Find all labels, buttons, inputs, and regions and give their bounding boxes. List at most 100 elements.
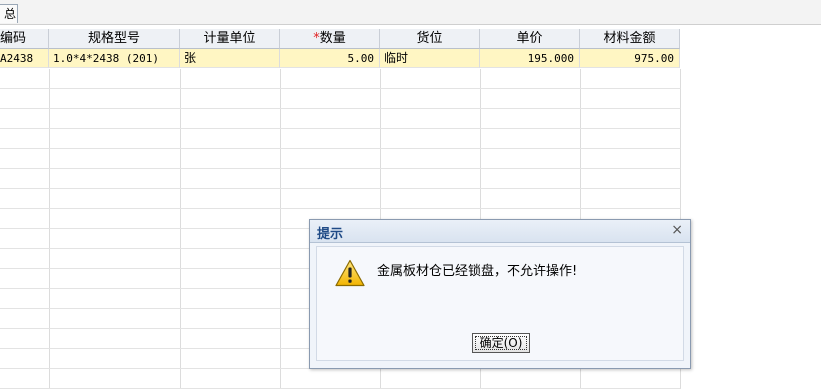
empty-cell[interactable] — [49, 209, 181, 229]
col-header-qty[interactable]: *数量 — [280, 29, 380, 49]
empty-cell[interactable] — [580, 89, 681, 109]
empty-cell[interactable] — [0, 309, 50, 329]
empty-cell[interactable] — [49, 289, 181, 309]
cell-price[interactable]: 195.000 — [480, 49, 580, 68]
empty-cell[interactable] — [280, 369, 381, 389]
empty-cell[interactable] — [580, 129, 681, 149]
empty-cell[interactable] — [280, 129, 381, 149]
empty-cell[interactable] — [180, 289, 281, 309]
empty-cell[interactable] — [0, 289, 50, 309]
empty-cell[interactable] — [49, 129, 181, 149]
empty-cell[interactable] — [49, 89, 181, 109]
empty-cell[interactable] — [49, 269, 181, 289]
empty-cell[interactable] — [380, 369, 481, 389]
col-header-spec[interactable]: 规格型号 — [49, 29, 180, 49]
empty-cell[interactable] — [180, 189, 281, 209]
empty-cell[interactable] — [280, 169, 381, 189]
empty-cell[interactable] — [180, 169, 281, 189]
empty-cell[interactable] — [0, 69, 50, 89]
empty-cell[interactable] — [180, 229, 281, 249]
ok-button[interactable]: 确定(O) — [472, 333, 530, 353]
empty-row[interactable] — [0, 109, 681, 129]
empty-cell[interactable] — [49, 249, 181, 269]
empty-cell[interactable] — [180, 329, 281, 349]
empty-cell[interactable] — [380, 89, 481, 109]
empty-cell[interactable] — [480, 129, 581, 149]
empty-cell[interactable] — [280, 149, 381, 169]
empty-cell[interactable] — [180, 209, 281, 229]
empty-cell[interactable] — [0, 349, 50, 369]
empty-cell[interactable] — [480, 169, 581, 189]
cell-spec[interactable]: 1.0*4*2438 (201) — [49, 49, 180, 68]
empty-cell[interactable] — [580, 369, 681, 389]
empty-cell[interactable] — [49, 149, 181, 169]
empty-cell[interactable] — [480, 369, 581, 389]
empty-cell[interactable] — [180, 149, 281, 169]
empty-row[interactable] — [0, 149, 681, 169]
empty-cell[interactable] — [180, 269, 281, 289]
empty-cell[interactable] — [0, 329, 50, 349]
empty-cell[interactable] — [480, 89, 581, 109]
empty-cell[interactable] — [180, 349, 281, 369]
cell-qty[interactable]: 5.00 — [280, 49, 380, 68]
empty-cell[interactable] — [380, 129, 481, 149]
empty-cell[interactable] — [0, 269, 50, 289]
empty-cell[interactable] — [580, 109, 681, 129]
close-icon[interactable]: × — [671, 222, 683, 238]
empty-row[interactable] — [0, 169, 681, 189]
empty-row[interactable] — [0, 369, 681, 389]
empty-cell[interactable] — [49, 189, 181, 209]
cell-code[interactable]: A2438 — [0, 49, 49, 68]
empty-cell[interactable] — [180, 249, 281, 269]
empty-cell[interactable] — [0, 169, 50, 189]
col-header-price[interactable]: 单价 — [480, 29, 580, 49]
empty-cell[interactable] — [49, 169, 181, 189]
empty-cell[interactable] — [480, 189, 581, 209]
empty-cell[interactable] — [580, 69, 681, 89]
empty-cell[interactable] — [49, 349, 181, 369]
empty-cell[interactable] — [180, 309, 281, 329]
empty-row[interactable] — [0, 129, 681, 149]
empty-cell[interactable] — [49, 369, 181, 389]
cell-unit[interactable]: 张 — [180, 49, 280, 68]
empty-cell[interactable] — [380, 149, 481, 169]
empty-cell[interactable] — [280, 89, 381, 109]
empty-cell[interactable] — [380, 169, 481, 189]
empty-cell[interactable] — [380, 109, 481, 129]
empty-cell[interactable] — [0, 209, 50, 229]
empty-cell[interactable] — [180, 89, 281, 109]
empty-cell[interactable] — [0, 249, 50, 269]
empty-cell[interactable] — [49, 109, 181, 129]
empty-cell[interactable] — [280, 109, 381, 129]
empty-cell[interactable] — [280, 69, 381, 89]
empty-cell[interactable] — [180, 369, 281, 389]
col-header-unit[interactable]: 计量单位 — [180, 29, 280, 49]
empty-cell[interactable] — [480, 69, 581, 89]
empty-cell[interactable] — [380, 69, 481, 89]
empty-cell[interactable] — [49, 229, 181, 249]
col-header-amount[interactable]: 材料金额 — [580, 29, 680, 49]
empty-cell[interactable] — [0, 149, 50, 169]
tab-summary[interactable]: 总 — [0, 4, 18, 23]
empty-cell[interactable] — [0, 129, 50, 149]
empty-cell[interactable] — [580, 169, 681, 189]
empty-cell[interactable] — [580, 189, 681, 209]
empty-cell[interactable] — [0, 109, 50, 129]
empty-cell[interactable] — [0, 369, 50, 389]
empty-cell[interactable] — [49, 329, 181, 349]
empty-cell[interactable] — [180, 129, 281, 149]
empty-cell[interactable] — [180, 69, 281, 89]
empty-cell[interactable] — [49, 309, 181, 329]
table-row[interactable]: A2438 1.0*4*2438 (201) 张 5.00 临时 195.000… — [0, 49, 680, 69]
empty-cell[interactable] — [0, 189, 50, 209]
empty-cell[interactable] — [480, 109, 581, 129]
col-header-location[interactable]: 货位 — [380, 29, 480, 49]
empty-cell[interactable] — [280, 189, 381, 209]
empty-cell[interactable] — [480, 149, 581, 169]
empty-cell[interactable] — [580, 149, 681, 169]
empty-row[interactable] — [0, 89, 681, 109]
empty-cell[interactable] — [180, 109, 281, 129]
empty-cell[interactable] — [49, 69, 181, 89]
cell-amount[interactable]: 975.00 — [580, 49, 680, 68]
empty-cell[interactable] — [0, 89, 50, 109]
